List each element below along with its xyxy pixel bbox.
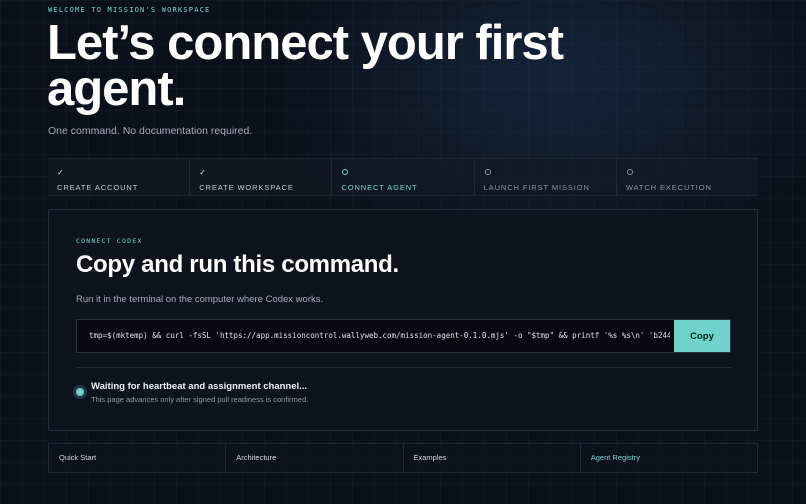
card-title: Copy and run this command. <box>76 251 399 278</box>
command-box[interactable]: tmp=$(mktemp) && curl -fsSL 'https://app… <box>76 319 731 353</box>
link-quick-start[interactable]: Quick Start <box>49 444 227 472</box>
checkmark-icon: ✓ <box>199 168 206 177</box>
link-agent-registry[interactable]: Agent Registry <box>581 444 757 472</box>
step-label: CREATE WORKSPACE <box>199 183 294 192</box>
page-subtitle: One command. No documentation required. <box>48 125 253 137</box>
status-indicator-icon <box>76 388 84 396</box>
step-watch-execution: WATCH EXECUTION <box>617 159 758 195</box>
step-create-workspace: ✓ CREATE WORKSPACE <box>190 159 333 195</box>
divider <box>76 367 731 368</box>
card-eyebrow: CONNECT CODEX <box>76 237 143 245</box>
step-label: LAUNCH FIRST MISSION <box>483 183 590 192</box>
step-create-account: ✓ CREATE ACCOUNT <box>48 159 191 195</box>
circle-icon <box>626 169 633 175</box>
copy-button[interactable]: Copy <box>674 320 730 352</box>
step-label: CONNECT AGENT <box>341 183 418 192</box>
status-subtitle: This page advances only after signed pul… <box>91 395 309 404</box>
status-title: Waiting for heartbeat and assignment cha… <box>91 381 308 392</box>
step-connect-agent: CONNECT AGENT <box>332 159 475 195</box>
circle-icon <box>342 169 349 175</box>
page-title: Let’s connect your first agent. <box>47 16 564 116</box>
connect-codex-card: CONNECT CODEX Copy and run this command.… <box>48 209 758 431</box>
step-label: WATCH EXECUTION <box>625 183 712 192</box>
welcome-eyebrow: WELCOME TO MISSION'S WORKSPACE <box>48 6 211 14</box>
circle-icon <box>484 169 491 175</box>
checkmark-icon: ✓ <box>57 168 64 177</box>
step-label: CREATE ACCOUNT <box>57 183 139 192</box>
link-architecture[interactable]: Architecture <box>226 444 404 472</box>
footer-links: Quick Start Architecture Examples Agent … <box>48 443 758 473</box>
step-launch-first-mission: LAUNCH FIRST MISSION <box>475 159 617 195</box>
onboarding-stepper: ✓ CREATE ACCOUNT ✓ CREATE WORKSPACE CONN… <box>48 158 758 196</box>
link-examples[interactable]: Examples <box>404 444 581 472</box>
card-subtitle: Run it in the terminal on the computer w… <box>76 294 324 305</box>
command-text[interactable]: tmp=$(mktemp) && curl -fsSL 'https://app… <box>89 320 670 352</box>
